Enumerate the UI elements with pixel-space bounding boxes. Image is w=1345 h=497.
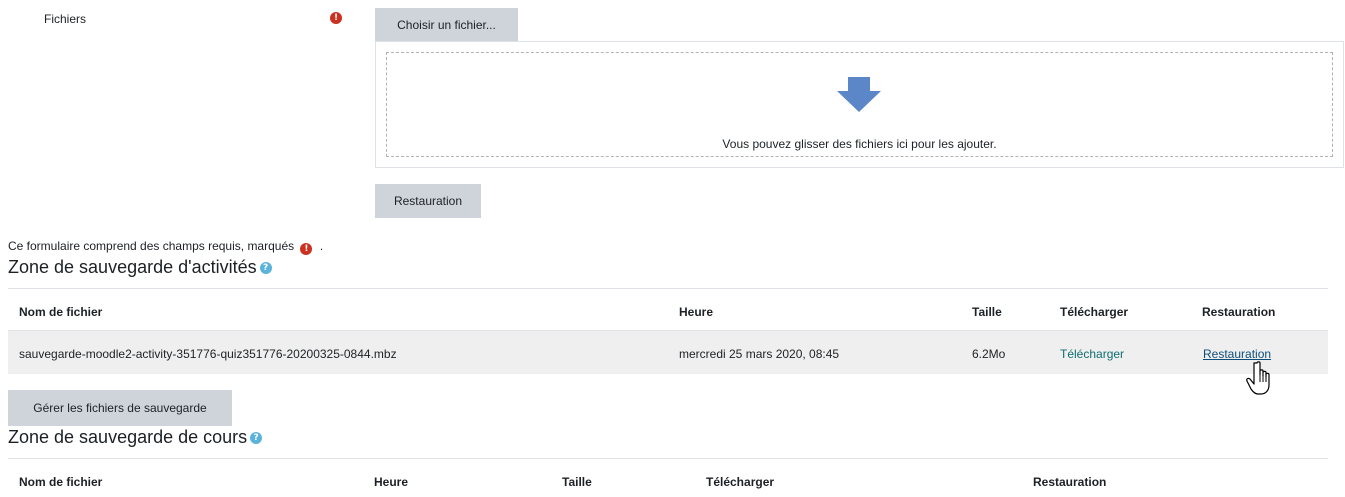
divider xyxy=(8,288,1328,289)
required-note-suffix: . xyxy=(319,239,324,253)
required-note-text: Ce formulaire comprend des champs requis… xyxy=(8,239,295,253)
col-header-restore: Restauration xyxy=(1202,305,1276,319)
required-icon: ! xyxy=(300,243,313,255)
row-restore-link[interactable]: Restauration xyxy=(1203,347,1271,361)
restore-submit-button[interactable]: Restauration xyxy=(375,184,481,218)
col-header-filename: Nom de fichier xyxy=(19,475,103,489)
row-download-link[interactable]: Télécharger xyxy=(1060,347,1124,361)
files-label: Fichiers xyxy=(44,12,87,26)
arrow-down-icon xyxy=(837,77,881,112)
file-drop-container: Vous pouvez glisser des fichiers ici pou… xyxy=(375,41,1344,168)
col-header-filename: Nom de fichier xyxy=(19,305,103,319)
choose-file-button[interactable]: Choisir un fichier... xyxy=(375,8,518,41)
col-header-download: Télécharger xyxy=(1060,305,1129,319)
activity-zone-title-text: Zone de sauvegarde d'activités xyxy=(8,257,257,277)
question-circle-icon[interactable]: ? xyxy=(259,262,272,275)
row-filename: sauvegarde-moodle2-activity-351776-quiz3… xyxy=(19,347,397,361)
col-header-size: Taille xyxy=(972,305,1002,319)
row-time: mercredi 25 mars 2020, 08:45 xyxy=(679,347,840,361)
course-zone-title-text: Zone de sauvegarde de cours xyxy=(8,427,248,447)
course-zone-title: Zone de sauvegarde de cours? xyxy=(8,427,263,448)
file-drop-zone[interactable]: Vous pouvez glisser des fichiers ici pou… xyxy=(386,52,1333,157)
row-size: 6.2Mo xyxy=(972,347,1006,361)
col-header-download: Télécharger xyxy=(706,475,775,489)
drop-hint: Vous pouvez glisser des fichiers ici pou… xyxy=(722,137,997,151)
hand-pointer-icon xyxy=(1246,361,1270,395)
col-header-size: Taille xyxy=(562,475,592,489)
divider xyxy=(8,458,1328,459)
required-note: Ce formulaire comprend des champs requis… xyxy=(8,239,323,255)
manage-backups-button[interactable]: Gérer les fichiers de sauvegarde xyxy=(8,390,232,426)
question-circle-icon[interactable]: ? xyxy=(250,432,263,445)
required-icon: ! xyxy=(330,12,342,24)
col-header-time: Heure xyxy=(374,475,409,489)
col-header-restore: Restauration xyxy=(1033,475,1107,489)
col-header-time: Heure xyxy=(679,305,714,319)
activity-zone-title: Zone de sauvegarde d'activités? xyxy=(8,257,272,278)
